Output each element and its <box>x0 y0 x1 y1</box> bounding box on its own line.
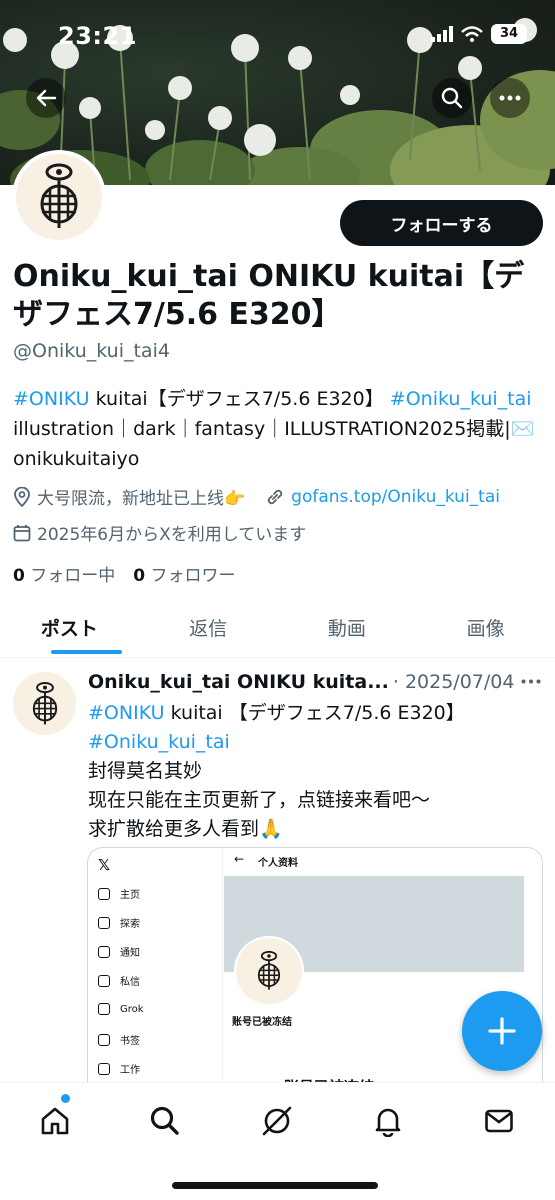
nav-notifications[interactable] <box>368 1101 408 1141</box>
profile-handle: @Oniku_kui_tai4 <box>13 340 170 362</box>
signal-icon <box>431 26 453 42</box>
battery-indicator: 34 <box>491 24 527 44</box>
search-icon <box>150 1106 179 1135</box>
profile-joined-date: 2025年6月からXを利用しています <box>37 525 307 545</box>
avatar-logo-icon <box>32 681 57 724</box>
tab-images[interactable]: 画像 <box>416 598 555 657</box>
nav-grok[interactable] <box>257 1101 297 1141</box>
follow-button[interactable]: フォローする <box>340 200 543 246</box>
media-nav-label: 主页 <box>120 890 140 901</box>
profile-display-name: Oniku_kui_tai ONIKU kuitai【デザフェス7/5.6 E3… <box>13 259 525 332</box>
media-briefcase-icon <box>98 1062 110 1075</box>
tweet-date[interactable]: · 2025/07/04 <box>393 671 515 693</box>
media-nav-item: 通知 <box>98 944 140 959</box>
media-page-title: 个人资料 <box>258 858 298 869</box>
location-icon <box>14 486 30 507</box>
profile-meta-row: 大号限流，新地址已上线👉 gofans.top/Oniku_kui_tai <box>13 484 500 509</box>
media-home-icon <box>98 887 110 900</box>
media-nav-item: 主页 <box>98 886 140 901</box>
home-icon <box>41 1107 69 1135</box>
notifications-icon <box>375 1108 401 1137</box>
status-time: 23:21 <box>58 22 137 50</box>
following-count: 0 <box>13 566 25 586</box>
status-icons: 34 <box>431 24 527 44</box>
status-bar: 23:21 34 <box>0 0 555 72</box>
tweet-author-name[interactable]: Oniku_kui_tai ONIKU kuita... <box>88 671 389 693</box>
nav-home[interactable] <box>35 1101 75 1141</box>
media-grok-icon <box>98 1003 110 1015</box>
media-nav-label: 书签 <box>120 1036 140 1047</box>
media-bell-icon <box>98 945 110 958</box>
messages-icon <box>485 1109 513 1133</box>
tab-videos[interactable]: 動画 <box>278 598 417 657</box>
home-unread-dot <box>61 1094 70 1103</box>
compose-button[interactable] <box>462 991 542 1071</box>
nav-messages[interactable] <box>479 1101 519 1141</box>
link-icon <box>267 489 283 504</box>
more-icon <box>499 95 521 101</box>
media-nav-label: Grok <box>120 1003 144 1015</box>
bio-hashtag-oniku[interactable]: #ONIKU <box>13 388 90 410</box>
tweet-line-3: 现在只能在主页更新了，点链接来看吧～ <box>88 789 431 811</box>
media-nav-label: 探索 <box>120 919 140 930</box>
avatar-logo-icon <box>257 950 281 990</box>
media-search-icon <box>98 916 110 929</box>
media-nav-item: 探索 <box>98 915 140 930</box>
followers-label: フォロワー <box>150 566 236 586</box>
tweet-hashtag-oniku[interactable]: #ONIKU <box>88 702 165 724</box>
profile-avatar[interactable] <box>12 150 106 244</box>
tweet-avatar[interactable] <box>13 672 76 735</box>
media-nav-label: 通知 <box>120 948 140 959</box>
tweet-line-1: kuitai 【デザフェス7/5.6 E320】 <box>164 702 465 724</box>
tweet-header: Oniku_kui_tai ONIKU kuita... · 2025/07/0… <box>88 671 538 693</box>
search-button[interactable] <box>432 78 472 118</box>
media-sidebar: 𝕏 主页 探索 通知 私信 Grok 书签 工作 <box>88 848 223 1106</box>
media-nav-item: 私信 <box>98 973 140 988</box>
tab-replies[interactable]: 返信 <box>139 598 278 657</box>
media-nav-item: 书签 <box>98 1032 140 1047</box>
media-nav-item: 工作 <box>98 1061 140 1076</box>
wifi-icon <box>461 26 483 42</box>
more-options-button[interactable] <box>490 78 530 118</box>
followers-stat[interactable]: 0 フォロワー <box>133 561 235 586</box>
following-label: フォロー中 <box>30 566 116 586</box>
tweet-more-icon[interactable] <box>521 679 541 684</box>
profile-joined-row: 2025年6月からXを利用しています <box>13 520 306 545</box>
media-nav-item: Grok <box>98 1003 144 1015</box>
back-arrow-icon <box>36 89 57 107</box>
media-mail-icon <box>98 974 110 987</box>
profile-bio: #ONIKU kuitai【デザフェス7/5.6 E320】 #Oniku_ku… <box>13 384 548 474</box>
media-nav-label: 工作 <box>120 1065 140 1076</box>
bio-text: kuitai【デザフェス7/5.6 E320】 <box>89 388 384 410</box>
tweet-media-image[interactable]: 𝕏 主页 探索 通知 私信 Grok 书签 工作 ← 个人资料 账号已被冻结 <box>87 847 543 1107</box>
profile-location: 大号限流，新地址已上线👉 <box>37 489 246 509</box>
tweet-hashtag-oniku-kui-tai[interactable]: #Oniku_kui_tai <box>88 731 230 753</box>
following-stat[interactable]: 0 フォロー中 <box>13 561 115 586</box>
home-indicator <box>172 1182 378 1189</box>
bio-text-2: illustration｜dark｜fantasy｜ILLUSTRATION20… <box>13 418 535 470</box>
tab-posts[interactable]: ポスト <box>0 598 139 657</box>
media-back-arrow-icon: ← <box>234 852 245 866</box>
tweet-text: #ONIKU kuitai 【デザフェス7/5.6 E320】 #Oniku_k… <box>88 699 538 844</box>
nav-search[interactable] <box>145 1101 185 1141</box>
active-tab-indicator <box>51 650 122 654</box>
media-nav-label: 私信 <box>120 977 140 988</box>
search-icon <box>441 87 463 109</box>
profile-stats: 0 フォロー中 0 フォロワー <box>13 561 236 586</box>
tweet-line-2: 封得莫名其妙 <box>88 760 203 782</box>
tweet-line-4: 求扩散给更多人看到🙏 <box>88 818 283 840</box>
media-x-logo: 𝕏 <box>98 856 111 874</box>
plus-icon <box>488 1017 516 1045</box>
bio-hashtag-oniku-kui-tai[interactable]: #Oniku_kui_tai <box>390 388 532 410</box>
calendar-icon <box>13 524 31 541</box>
profile-tabs: ポスト 返信 動画 画像 <box>0 598 555 658</box>
media-avatar <box>234 936 304 1006</box>
followers-count: 0 <box>133 566 146 586</box>
grok-icon <box>262 1106 292 1136</box>
media-bookmark-icon <box>98 1033 110 1046</box>
profile-website-link[interactable]: gofans.top/Oniku_kui_tai <box>291 487 500 507</box>
back-button[interactable] <box>26 78 66 118</box>
media-frozen-label: 账号已被冻结 <box>232 1017 292 1028</box>
avatar-logo-icon <box>40 163 78 228</box>
